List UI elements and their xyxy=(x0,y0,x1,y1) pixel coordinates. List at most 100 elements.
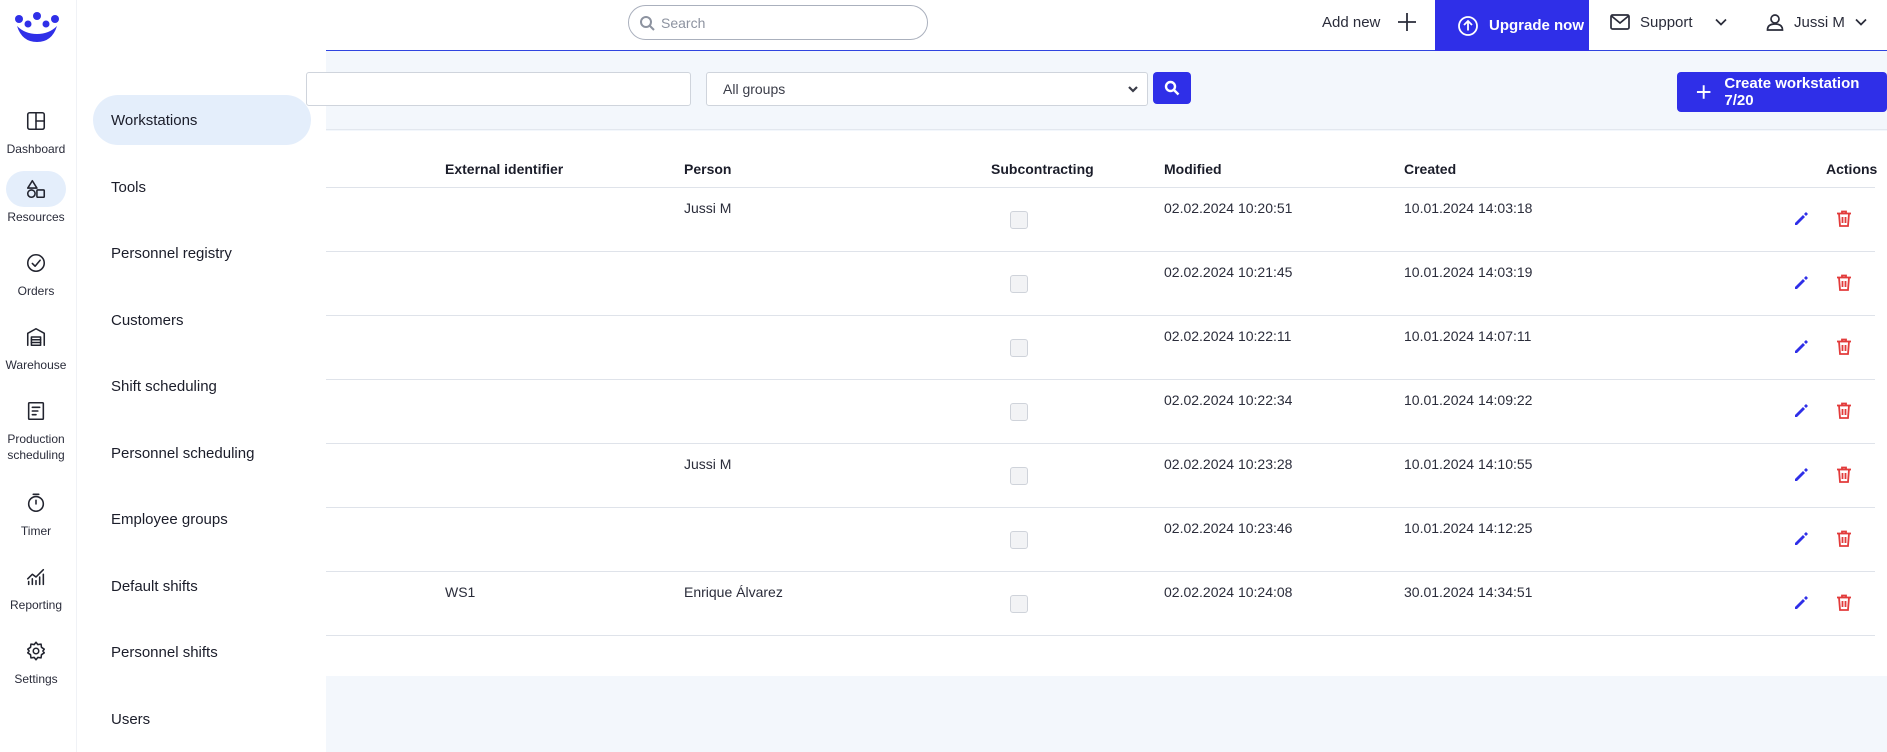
search-button[interactable] xyxy=(1153,72,1191,104)
trash-icon xyxy=(1837,210,1851,227)
submenu-item-employee-groups[interactable]: Employee groups xyxy=(93,494,311,544)
delete-button[interactable] xyxy=(1832,334,1856,358)
mail-icon xyxy=(1610,14,1630,30)
subcontracting-checkbox[interactable] xyxy=(1010,403,1028,421)
rail-item-reporting[interactable]: Reporting xyxy=(0,559,72,613)
column-header-modified[interactable]: Modified xyxy=(1164,161,1222,177)
trash-icon xyxy=(1837,466,1851,483)
edit-button[interactable] xyxy=(1789,271,1813,295)
edit-button[interactable] xyxy=(1789,591,1813,615)
modified-cell: 02.02.2024 10:22:11 xyxy=(1164,328,1292,344)
create-workstation-button[interactable]: Create workstation 7/20 xyxy=(1677,72,1887,112)
person-cell: Enrique Álvarez xyxy=(684,584,783,600)
created-cell: 10.01.2024 14:09:22 xyxy=(1404,392,1533,408)
pencil-icon xyxy=(1795,404,1808,417)
pencil-icon xyxy=(1795,532,1808,545)
column-header-person[interactable]: Person xyxy=(684,161,731,177)
table-row[interactable]: 02.02.2024 10:23:46 10.01.2024 14:12:25 xyxy=(326,508,1875,572)
group-select-value: All groups xyxy=(723,81,786,97)
trash-icon xyxy=(1837,530,1851,547)
create-workstation-label: Create workstation 7/20 xyxy=(1724,75,1860,109)
created-cell: 10.01.2024 14:03:18 xyxy=(1404,200,1533,216)
subcontracting-checkbox[interactable] xyxy=(1010,211,1028,229)
delete-button[interactable] xyxy=(1832,398,1856,422)
subcontracting-checkbox[interactable] xyxy=(1010,531,1028,549)
rail-item-settings[interactable]: Settings xyxy=(0,633,72,687)
created-cell: 30.01.2024 14:34:51 xyxy=(1404,584,1533,600)
table-row[interactable]: Jussi M 02.02.2024 10:23:28 10.01.2024 1… xyxy=(326,444,1875,508)
column-header-actions: Actions xyxy=(1826,161,1878,177)
add-new-label: Add new xyxy=(1322,13,1381,31)
name-filter-input[interactable] xyxy=(306,72,691,106)
rail-item-warehouse[interactable]: Warehouse xyxy=(0,319,72,373)
table-row[interactable]: WS1 Enrique Álvarez 02.02.2024 10:24:08 … xyxy=(326,572,1875,636)
warehouse-icon xyxy=(26,327,46,347)
submenu-item-personnel-registry[interactable]: Personnel registry xyxy=(93,228,311,278)
delete-button[interactable] xyxy=(1832,526,1856,550)
person-cell: Jussi M xyxy=(684,456,732,472)
table-row[interactable]: 02.02.2024 10:22:34 10.01.2024 14:09:22 xyxy=(326,380,1875,444)
timer-icon xyxy=(27,493,45,513)
submenu-item-shift-scheduling[interactable]: Shift scheduling xyxy=(93,361,311,411)
upgrade-button[interactable]: Upgrade now xyxy=(1435,0,1589,51)
group-select[interactable]: All groups xyxy=(706,72,1148,106)
support-menu[interactable]: Support xyxy=(1610,0,1727,44)
submenu-item-tools[interactable]: Tools xyxy=(93,162,311,212)
pencil-icon xyxy=(1795,596,1808,609)
user-icon xyxy=(1766,14,1784,31)
rail-item-timer[interactable]: Timer xyxy=(0,485,72,539)
submenu-item-workstations[interactable]: Workstations xyxy=(93,95,311,145)
trash-icon xyxy=(1837,338,1851,355)
subcontracting-checkbox[interactable] xyxy=(1010,595,1028,613)
rail-item-label: Settings xyxy=(14,672,58,686)
subcontracting-checkbox[interactable] xyxy=(1010,339,1028,357)
production-scheduling-icon xyxy=(27,401,45,421)
orders-icon xyxy=(26,253,46,273)
edit-button[interactable] xyxy=(1789,463,1813,487)
column-header-external-identifier[interactable]: External identifier xyxy=(445,161,563,177)
edit-button[interactable] xyxy=(1789,207,1813,231)
delete-button[interactable] xyxy=(1832,206,1856,230)
created-cell: 10.01.2024 14:03:19 xyxy=(1404,264,1533,280)
delete-button[interactable] xyxy=(1832,590,1856,614)
rail-item-label: Production scheduling xyxy=(7,432,65,463)
rail-item-production-scheduling[interactable]: Production scheduling xyxy=(0,393,72,463)
submenu-item-users[interactable]: Users xyxy=(93,694,311,744)
submenu-item-customers[interactable]: Customers xyxy=(93,295,311,345)
chevron-down-icon xyxy=(1855,18,1867,26)
rail-item-resources[interactable]: Resources xyxy=(0,171,72,225)
subcontracting-checkbox[interactable] xyxy=(1010,467,1028,485)
edit-button[interactable] xyxy=(1789,527,1813,551)
table-row[interactable]: 02.02.2024 10:21:45 10.01.2024 14:03:19 xyxy=(326,252,1875,316)
rail-item-orders[interactable]: Orders xyxy=(0,245,72,299)
submenu-item-default-shifts[interactable]: Default shifts xyxy=(93,561,311,611)
user-menu[interactable]: Jussi M xyxy=(1766,0,1867,44)
rail-item-dashboard[interactable]: Dashboard xyxy=(0,103,72,157)
created-cell: 10.01.2024 14:10:55 xyxy=(1404,456,1533,472)
search-icon xyxy=(640,15,655,31)
subcontracting-checkbox[interactable] xyxy=(1010,275,1028,293)
column-header-subcontracting[interactable]: Subcontracting xyxy=(991,161,1094,177)
workstations-table: External identifier Person Subcontractin… xyxy=(326,131,1887,676)
delete-button[interactable] xyxy=(1832,462,1856,486)
trash-icon xyxy=(1837,594,1851,611)
crown-logo-icon[interactable] xyxy=(14,12,60,46)
edit-button[interactable] xyxy=(1789,399,1813,423)
delete-button[interactable] xyxy=(1832,270,1856,294)
column-header-created[interactable]: Created xyxy=(1404,161,1456,177)
table-row[interactable]: 02.02.2024 10:22:11 10.01.2024 14:07:11 xyxy=(326,316,1875,380)
edit-button[interactable] xyxy=(1789,335,1813,359)
table-header: External identifier Person Subcontractin… xyxy=(326,131,1878,188)
global-search[interactable] xyxy=(628,5,928,40)
submenu-item-personnel-scheduling[interactable]: Personnel scheduling xyxy=(93,428,311,478)
submenu-item-personnel-shifts[interactable]: Personnel shifts xyxy=(93,627,311,677)
rail-item-label: Reporting xyxy=(9,598,63,612)
rail-item-label: Timer xyxy=(20,524,52,538)
modified-cell: 02.02.2024 10:23:28 xyxy=(1164,456,1293,472)
add-new-button[interactable]: Add new xyxy=(1322,0,1418,44)
table-row[interactable]: Jussi M 02.02.2024 10:20:51 10.01.2024 1… xyxy=(326,188,1875,252)
pencil-icon xyxy=(1795,340,1808,353)
created-cell: 10.01.2024 14:07:11 xyxy=(1404,328,1532,344)
plus-icon xyxy=(1398,13,1417,31)
search-input[interactable] xyxy=(661,14,911,31)
